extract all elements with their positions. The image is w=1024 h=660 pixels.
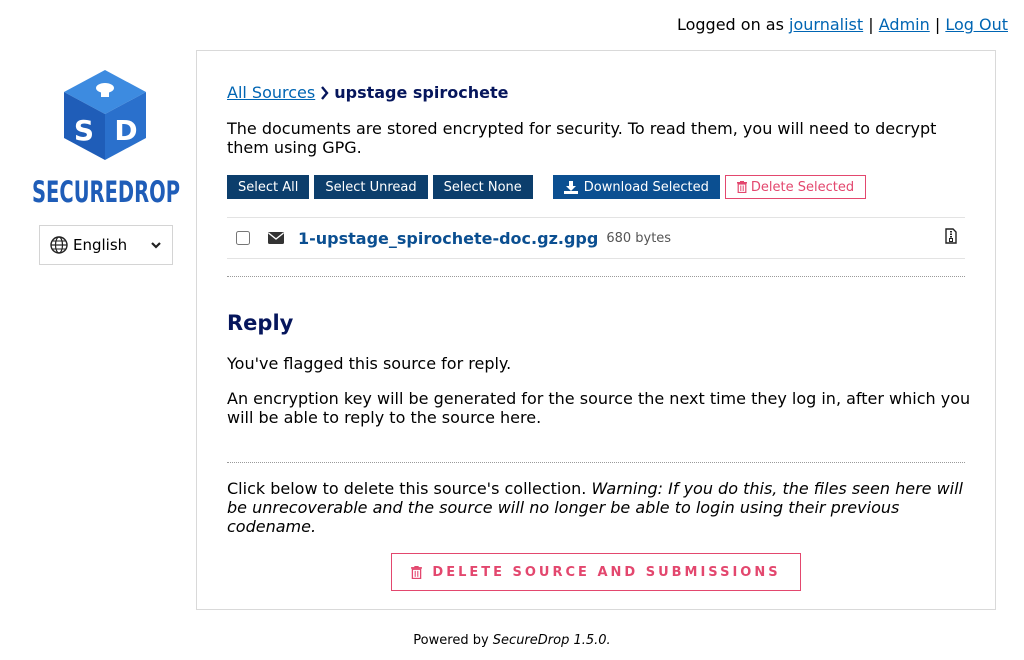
select-unread-button[interactable]: Select Unread bbox=[314, 175, 428, 199]
download-selected-label: Download Selected bbox=[583, 179, 709, 195]
bulk-action-toolbar: Select All Select Unread Select None Dow… bbox=[227, 175, 867, 199]
submission-checkbox[interactable] bbox=[236, 231, 250, 245]
storage-note: The documents are stored encrypted for s… bbox=[227, 119, 937, 157]
logo-monogram-s: S bbox=[74, 114, 94, 147]
submission-filename-link[interactable]: 1-upstage_spirochete-doc.gz.gpg bbox=[298, 229, 598, 248]
admin-link[interactable]: Admin bbox=[879, 15, 930, 34]
delete-source-label: DELETE SOURCE AND SUBMISSIONS bbox=[432, 564, 781, 580]
source-panel: All Sources upstage spirochete The docum… bbox=[196, 50, 996, 610]
encryption-key-text: An encryption key will be generated for … bbox=[227, 389, 971, 427]
download-selected-button[interactable]: Download Selected bbox=[552, 175, 720, 199]
product-version: SecureDrop 1.5.0. bbox=[492, 633, 611, 648]
logo-wordmark: SECUREDROP bbox=[32, 175, 180, 206]
delete-source-button[interactable]: DELETE SOURCE AND SUBMISSIONS bbox=[391, 553, 801, 591]
current-source-name: upstage spirochete bbox=[334, 83, 509, 102]
divider bbox=[227, 462, 965, 463]
divider bbox=[227, 276, 965, 277]
username-link[interactable]: journalist bbox=[789, 15, 863, 34]
chevron-down-icon bbox=[151, 242, 161, 249]
delete-warning-text: Click below to delete this source's coll… bbox=[227, 479, 972, 536]
chevron-right-icon bbox=[321, 85, 329, 100]
breadcrumb: All Sources upstage spirochete bbox=[227, 83, 508, 102]
logo-monogram-d: D bbox=[114, 114, 137, 147]
delete-intro: Click below to delete this source's coll… bbox=[227, 479, 587, 498]
submission-size: 680 bytes bbox=[606, 230, 672, 246]
download-icon bbox=[563, 180, 578, 194]
globe-icon bbox=[50, 236, 68, 254]
delete-selected-label: Delete Selected bbox=[750, 179, 855, 195]
trash-icon bbox=[411, 565, 423, 579]
language-label: English bbox=[73, 236, 128, 254]
logged-on-label: Logged on as bbox=[676, 15, 784, 34]
all-sources-link[interactable]: All Sources bbox=[227, 83, 315, 102]
select-none-button[interactable]: Select None bbox=[432, 175, 533, 199]
submission-row: 1-upstage_spirochete-doc.gz.gpg 680 byte… bbox=[227, 217, 965, 259]
flagged-text: You've flagged this source for reply. bbox=[227, 354, 512, 373]
user-status-bar: Logged on as journalist | Admin | Log Ou… bbox=[677, 15, 1008, 35]
envelope-icon bbox=[268, 232, 284, 244]
reply-heading: Reply bbox=[227, 311, 294, 335]
file-archive-icon bbox=[945, 228, 957, 244]
logout-link[interactable]: Log Out bbox=[945, 15, 1008, 34]
separator: | bbox=[934, 15, 941, 34]
select-all-button[interactable]: Select All bbox=[227, 175, 310, 199]
language-selector[interactable]: English bbox=[39, 225, 173, 265]
trash-icon bbox=[736, 181, 747, 193]
delete-selected-button[interactable]: Delete Selected bbox=[724, 175, 867, 199]
footer: Powered by SecureDrop 1.5.0. bbox=[0, 633, 1024, 648]
separator: | bbox=[868, 15, 874, 34]
securedrop-logo[interactable]: S D SECUREDROP bbox=[31, 70, 181, 209]
powered-by-label: Powered by bbox=[413, 633, 489, 648]
